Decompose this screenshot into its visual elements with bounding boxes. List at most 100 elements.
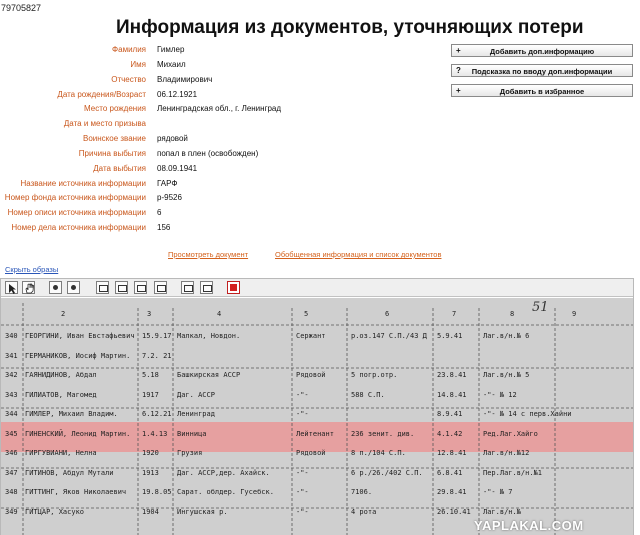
document-cell: ГИРГУВИАНИ, Нелна xyxy=(25,449,97,457)
field-label: Дата и место призыва xyxy=(63,119,146,129)
document-cell: Башкирская АССР xyxy=(177,371,241,379)
field-row-loss-date: Дата выбытия 08.09.1941 xyxy=(0,162,450,177)
field-value: 06.12.1921 xyxy=(157,89,198,99)
document-cell: -"- xyxy=(296,507,309,516)
view-document-link[interactable]: Просмотреть документ xyxy=(168,250,248,259)
record-id: 79705827 xyxy=(1,3,42,13)
document-cell: Винница xyxy=(177,429,207,438)
field-label: Название источника информации xyxy=(20,178,146,188)
document-cell: 4.1.42 xyxy=(437,429,463,438)
document-cell: 348 xyxy=(5,488,18,496)
input-hint-button[interactable]: ? Подсказка по вводу доп.информации xyxy=(451,64,633,77)
document-cell: -"- № 14 с перв.Хайни xyxy=(483,410,572,418)
document-cell: 236 зенит. див. xyxy=(351,429,415,438)
thumbnails-icon[interactable] xyxy=(200,281,213,294)
document-cell: ГЕОРГИНИ, Иван Евстафьевич xyxy=(25,332,135,340)
button-label: Добавить в избранное xyxy=(499,87,585,96)
document-cell: р.оз.147 С.П./43 Д xyxy=(351,332,427,340)
document-cell: Лаг.в/н.№ xyxy=(483,507,521,516)
field-row-birth-date: Дата рождения/Возраст 06.12.1921 xyxy=(0,88,450,103)
fit-page-icon[interactable] xyxy=(96,281,109,294)
field-row-name: Имя Михаил xyxy=(0,58,450,73)
document-cell: 12.8.41 xyxy=(437,449,467,457)
document-cell: 5.18 xyxy=(142,371,159,379)
field-row-birth-place: Место рождения Ленинградская обл., г. Ле… xyxy=(0,102,450,117)
document-cell: ГИТЦАР, Хасуко xyxy=(25,507,85,516)
print-icon[interactable] xyxy=(181,281,194,294)
field-label: Место рождения xyxy=(84,104,146,114)
document-cell: -"- № 12 xyxy=(483,390,517,399)
document-cell: ГАЯНИДИНОВ, Абдал xyxy=(25,371,97,379)
field-label: Отчество xyxy=(111,74,146,84)
document-cell: 588 С.П. xyxy=(351,390,385,399)
document-cell: Лаг.в/н.№ 6 xyxy=(483,332,530,340)
field-value: Ленинградская обл., г. Ленинград xyxy=(157,104,282,114)
document-cell: 5.9.41 xyxy=(437,332,463,340)
document-cell: 8 п./104 С.П. xyxy=(351,449,406,457)
document-cell: ГИТИНОВ, Абдул Мутали xyxy=(25,468,114,477)
document-cell: Даг. АССР xyxy=(177,390,215,399)
field-row-surname: Фамилия Гимлер xyxy=(0,43,450,58)
field-value: Владимирович xyxy=(157,74,213,84)
document-cell: Пер.Лаг.в/н.№1 xyxy=(483,468,543,477)
field-row-opis: Номер описи источника информации 6 xyxy=(0,206,450,221)
document-cell: Сарат. облдер. Гусебск. xyxy=(177,488,274,496)
field-value: рядовой xyxy=(157,134,188,144)
zoom-out-icon[interactable] xyxy=(67,281,80,294)
document-cell: Грузия xyxy=(177,449,203,457)
document-cell: Малкал, Новдон. xyxy=(177,332,241,340)
field-value: Михаил xyxy=(157,59,186,69)
document-cell: 341 xyxy=(5,351,18,360)
column-number: 6 xyxy=(385,310,390,318)
add-info-button[interactable]: + Добавить доп.информацию xyxy=(451,44,633,57)
zoom-in-icon[interactable] xyxy=(49,281,62,294)
document-cell: Лейтенант xyxy=(296,429,334,438)
fit-height-icon[interactable] xyxy=(154,281,167,294)
document-cell: 7.2. 21 xyxy=(142,351,172,360)
field-label: Фамилия xyxy=(112,45,146,54)
field-row-delo: Номер дела источника информации 156 xyxy=(0,221,450,236)
field-value: ГАРФ xyxy=(157,178,178,188)
document-cell: 5 погр.отр. xyxy=(351,371,398,379)
hand-pan-icon[interactable] xyxy=(22,281,35,294)
field-value: попал в плен (освобожден) xyxy=(157,148,259,158)
document-cell: 7106. xyxy=(351,488,373,496)
page-title: Информация из документов, уточняющих пот… xyxy=(116,17,584,38)
document-cell: ГИТТИНГ, Яков Николаевич xyxy=(25,488,127,496)
archive-document-image[interactable]: 51 2 3 4 5 6 7 8 9 340 ГЕОРГИНИ, Иван Евс… xyxy=(1,298,633,535)
page-number: 51 xyxy=(532,300,549,315)
summary-link[interactable]: Обобщенная информация и список документо… xyxy=(275,250,441,259)
select-arrow-icon[interactable] xyxy=(5,281,18,294)
document-cell: ГИМЛЕР, Михаил Владим. xyxy=(25,410,118,418)
add-favorites-button[interactable]: + Добавить в избранное xyxy=(451,84,633,97)
document-cell: Ленинград xyxy=(177,410,215,418)
document-cell: ГИНЕНСКИЙ, Леонид Мартин. xyxy=(25,429,131,438)
document-cell: 6.8.41 xyxy=(437,468,463,477)
document-cell: 8.9.41 xyxy=(437,410,463,418)
document-cell: Рядовой xyxy=(296,449,326,457)
document-cell: 6.12.21 xyxy=(142,410,172,418)
column-number: 9 xyxy=(572,310,577,318)
watermark: YAPLAKAL.COM xyxy=(474,518,584,533)
field-label: Дата выбытия xyxy=(93,163,146,173)
fit-width-icon[interactable] xyxy=(134,281,147,294)
column-number: 2 xyxy=(61,310,66,318)
document-cell: 1913 xyxy=(142,468,159,477)
column-number: 3 xyxy=(147,310,152,318)
hide-images-link[interactable]: Скрыть образы xyxy=(5,265,58,274)
document-cell: Ред.Лаг.Хайго xyxy=(483,429,538,438)
actual-size-icon[interactable] xyxy=(115,281,128,294)
document-cell: 6 р./26./402 С.П. xyxy=(351,468,423,477)
field-label: Дата рождения/Возраст xyxy=(57,89,146,99)
viewer-toolbar xyxy=(1,279,633,297)
document-cell: 344 xyxy=(5,410,18,418)
document-cell: ГЕРМАНИКОВ, Иосиф Мартин. xyxy=(25,351,131,360)
document-cell: 342 xyxy=(5,371,18,379)
column-number: 5 xyxy=(304,310,309,318)
document-cell: Лаг.в/н.№ 5 xyxy=(483,371,530,379)
field-value: Гимлер xyxy=(157,45,185,54)
pdf-icon[interactable] xyxy=(227,281,240,294)
document-cell: -"- № 7 xyxy=(483,488,513,496)
document-cell: 1917 xyxy=(142,390,159,399)
document-cell: 347 xyxy=(5,468,18,477)
